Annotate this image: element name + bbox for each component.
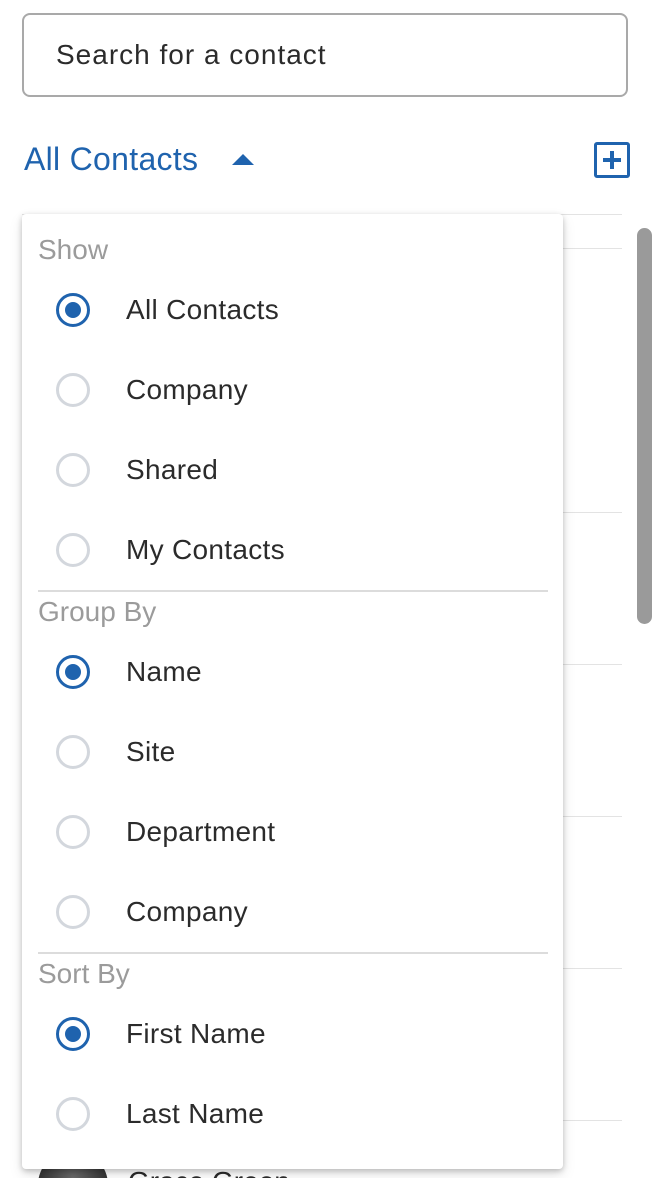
add-contact-button[interactable] <box>594 142 630 178</box>
option-show-company[interactable]: Company <box>56 365 248 415</box>
caret-up-icon <box>232 153 255 165</box>
option-label: My Contacts <box>126 534 285 565</box>
section-title-sort-by: Sort By <box>38 958 130 989</box>
option-label: Company <box>126 896 248 927</box>
option-label: First Name <box>126 1018 266 1049</box>
option-sort-first-name[interactable]: First Name <box>56 1009 266 1059</box>
search-input[interactable] <box>54 38 626 72</box>
option-label: Last Name <box>126 1098 265 1129</box>
radio-button[interactable] <box>56 735 90 769</box>
option-label: Company <box>126 374 248 405</box>
search-box[interactable] <box>22 13 628 97</box>
option-show-all-contacts[interactable]: All Contacts <box>56 285 279 335</box>
radio-button[interactable] <box>56 533 90 567</box>
radio-button[interactable] <box>56 373 90 407</box>
option-label: Site <box>126 736 176 767</box>
scrollbar-thumb[interactable] <box>637 228 652 624</box>
option-label: Name <box>126 656 202 687</box>
option-group-department[interactable]: Department <box>56 807 275 857</box>
option-group-company[interactable]: Company <box>56 887 248 937</box>
option-label: All Contacts <box>126 294 279 325</box>
plus-icon-vertical <box>610 151 614 169</box>
filter-label: All Contacts <box>24 140 199 177</box>
radio-button[interactable] <box>56 655 90 689</box>
radio-button[interactable] <box>56 293 90 327</box>
section-title-show: Show <box>38 234 109 265</box>
option-label: Shared <box>126 454 219 485</box>
section-title-group-by: Group By <box>38 596 157 627</box>
contacts-panel: All Contacts Grace Green Show All Contac… <box>0 0 668 1178</box>
contacts-filter-toggle[interactable]: All Contacts <box>24 136 255 182</box>
option-show-my-contacts[interactable]: My Contacts <box>56 525 285 575</box>
option-sort-last-name[interactable]: Last Name <box>56 1089 264 1139</box>
section-divider <box>38 952 548 954</box>
filter-dropdown-menu: Show All Contacts Company Shared My Cont… <box>22 214 563 1169</box>
option-label: Department <box>126 816 276 847</box>
option-group-name[interactable]: Name <box>56 647 202 697</box>
radio-button[interactable] <box>56 895 90 929</box>
option-group-site[interactable]: Site <box>56 727 175 777</box>
radio-button[interactable] <box>56 1017 90 1051</box>
radio-button[interactable] <box>56 453 90 487</box>
radio-button[interactable] <box>56 1097 90 1131</box>
section-divider <box>38 590 548 592</box>
option-show-shared[interactable]: Shared <box>56 445 218 495</box>
radio-button[interactable] <box>56 815 90 849</box>
